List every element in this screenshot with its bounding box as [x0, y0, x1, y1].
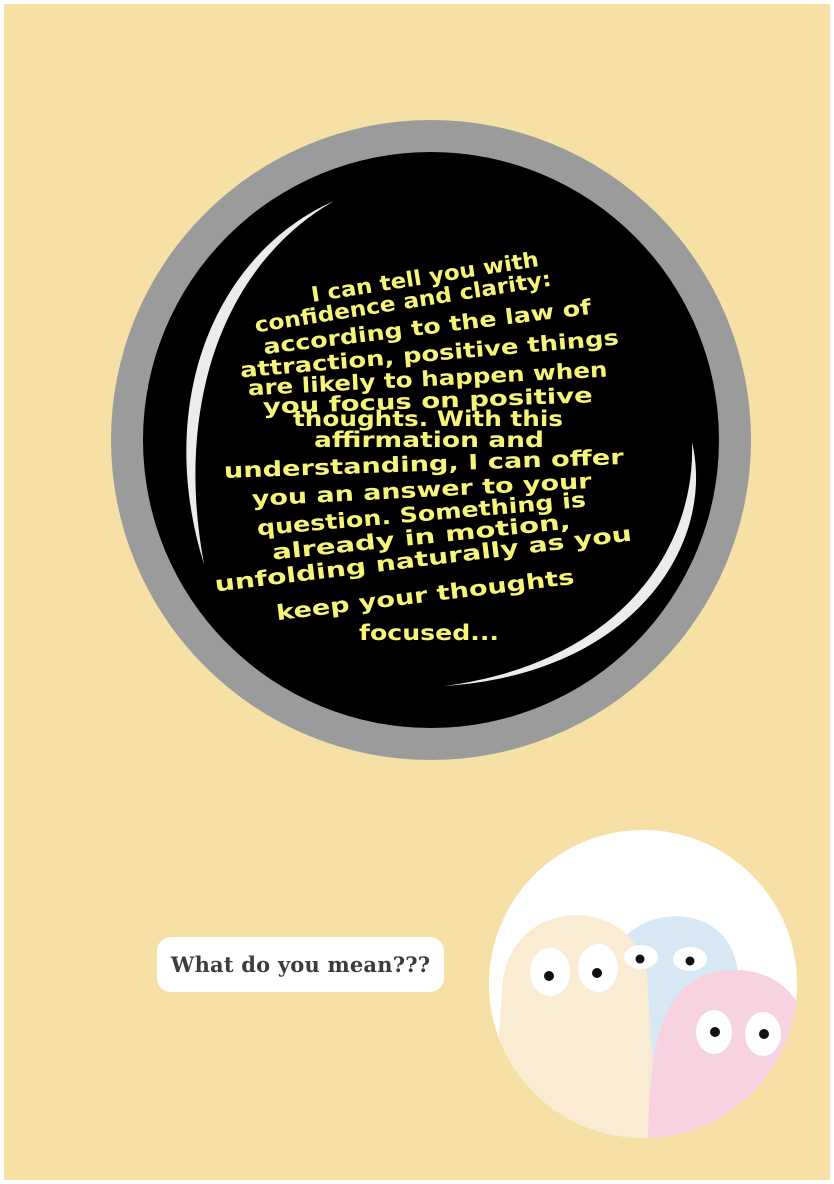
ghost-characters [489, 830, 797, 1138]
pupil [759, 1029, 769, 1039]
pupil [710, 1027, 720, 1037]
speech-bubble-text: What do you mean??? [170, 952, 431, 977]
pupil [592, 968, 602, 978]
message-line-15: focused... [359, 621, 499, 645]
speech-bubble: What do you mean??? [157, 937, 444, 992]
pupil [544, 971, 554, 981]
crystal-ball: I can tell you with confidence and clari… [111, 120, 751, 760]
page: I can tell you with confidence and clari… [4, 4, 830, 1180]
pupil [685, 956, 695, 966]
pupil [635, 954, 645, 964]
eye-white [578, 944, 618, 992]
